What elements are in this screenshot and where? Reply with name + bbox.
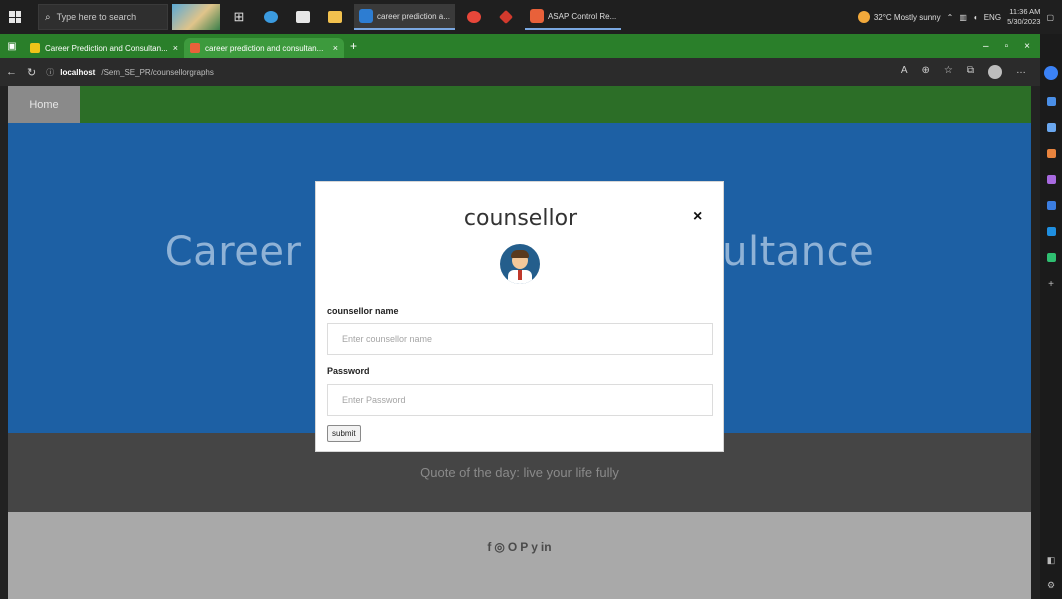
instagram-icon[interactable]: ◎ bbox=[494, 540, 504, 554]
sun-icon bbox=[857, 11, 870, 23]
edge-icon[interactable] bbox=[258, 4, 284, 30]
favorite-star-icon[interactable]: ☆ bbox=[944, 65, 953, 79]
games-icon[interactable] bbox=[1046, 175, 1056, 184]
edge-sidebar-bottom: ◧ ⚙ bbox=[1040, 555, 1062, 591]
url-field[interactable]: ⓘ localhost /Sem_SE_PR/counsellorgraphs bbox=[46, 62, 214, 82]
close-window-icon[interactable]: × bbox=[1024, 41, 1030, 52]
back-icon[interactable]: ← bbox=[6, 66, 17, 78]
task-view-icon[interactable]: ⊞ bbox=[226, 4, 252, 30]
counsellor-avatar bbox=[500, 244, 540, 284]
browser-tabbar: ▣ Career Prediction and Consultan... × c… bbox=[0, 34, 1040, 58]
facebook-icon[interactable]: f bbox=[487, 540, 491, 554]
tab-actions-icon[interactable]: ▣ bbox=[0, 41, 24, 52]
weather-widget[interactable]: 32°C Mostly sunny bbox=[857, 11, 941, 23]
site-footer: f ◎ O P y in bbox=[8, 512, 1031, 599]
drop-icon[interactable] bbox=[1046, 253, 1056, 262]
taskbar-app-label: career prediction a... bbox=[377, 11, 450, 21]
notification-icon[interactable]: ▢ bbox=[1046, 13, 1054, 22]
tab-favicon bbox=[190, 43, 200, 53]
tools-icon[interactable] bbox=[1046, 123, 1056, 132]
browser-toolbar: A ⊕ ☆ ⧉ … bbox=[901, 65, 1040, 79]
language-indicator[interactable]: ENG bbox=[984, 13, 1001, 22]
weather-text: 32°C Mostly sunny bbox=[873, 12, 941, 22]
address-bar: ← ↻ ⓘ localhost /Sem_SE_PR/counsellorgra… bbox=[0, 58, 1040, 86]
chrome-icon[interactable] bbox=[461, 4, 487, 30]
tab-career-prediction[interactable]: Career Prediction and Consultan... × bbox=[24, 38, 184, 58]
tray-chevron-icon[interactable]: ⌃ bbox=[947, 13, 954, 22]
taskbar-search[interactable]: ⌕ Type here to search bbox=[38, 4, 168, 30]
password-label: Password bbox=[327, 366, 370, 376]
tab-label: Career Prediction and Consultan... bbox=[45, 43, 168, 53]
close-icon[interactable]: × bbox=[333, 43, 338, 53]
close-icon[interactable]: × bbox=[693, 208, 702, 226]
modal-title: counsellor bbox=[463, 206, 578, 231]
counsellor-name-label: counsellor name bbox=[327, 306, 399, 316]
split-screen-icon[interactable]: ◧ bbox=[1047, 555, 1056, 566]
shopping-icon[interactable] bbox=[1046, 149, 1056, 158]
password-input[interactable] bbox=[327, 384, 713, 416]
more-menu-icon[interactable]: … bbox=[1016, 65, 1026, 79]
github-icon[interactable]: O bbox=[508, 540, 517, 554]
counsellor-login-modal: counsellor × counsellor name Password su… bbox=[315, 181, 724, 452]
outlook-icon[interactable] bbox=[1046, 227, 1056, 236]
screen: ⌕ Type here to search ⊞ career predictio… bbox=[0, 0, 1062, 599]
taskbar-search-placeholder: Type here to search bbox=[56, 12, 137, 22]
tab-favicon bbox=[30, 43, 40, 53]
tab-career-prediction-active[interactable]: career prediction and consultan... × bbox=[184, 38, 344, 58]
system-tray: 32°C Mostly sunny ⌃ ▥ ◖ ENG 11:36 AM 5/3… bbox=[857, 7, 1062, 27]
pinterest-icon[interactable]: P bbox=[520, 540, 528, 554]
taskbar-app-label: ASAP Control Re... bbox=[547, 11, 617, 21]
office-icon[interactable] bbox=[1046, 201, 1056, 210]
counsellor-name-input[interactable] bbox=[327, 323, 713, 355]
submit-button[interactable]: submit bbox=[327, 425, 361, 442]
explorer-icon[interactable] bbox=[322, 4, 348, 30]
new-tab-icon[interactable]: + bbox=[350, 39, 357, 53]
minimize-icon[interactable]: – bbox=[983, 41, 989, 52]
start-button[interactable] bbox=[0, 0, 30, 34]
social-links: f ◎ O P y in bbox=[8, 540, 1031, 554]
window-controls: – ▫ × bbox=[983, 41, 1040, 52]
control-app-icon bbox=[529, 9, 544, 23]
browser-app-icon bbox=[359, 9, 373, 23]
avatar-hair bbox=[511, 250, 529, 258]
refresh-icon[interactable]: ↻ bbox=[27, 66, 36, 79]
clock-date: 5/30/2023 bbox=[1007, 17, 1041, 26]
extensions-icon[interactable]: ⊕ bbox=[922, 65, 930, 79]
search-icon: ⌕ bbox=[45, 11, 51, 23]
app-diamond-icon[interactable] bbox=[493, 4, 519, 30]
twitter-icon[interactable]: y bbox=[531, 540, 538, 554]
windows-taskbar: ⌕ Type here to search ⊞ career predictio… bbox=[0, 0, 1062, 34]
avatar-tie bbox=[518, 270, 522, 280]
search-sidebar-icon[interactable] bbox=[1046, 97, 1056, 106]
settings-icon[interactable]: ⚙ bbox=[1047, 580, 1055, 591]
taskbar-app-browser[interactable]: career prediction a... bbox=[354, 4, 455, 30]
read-aloud-icon[interactable]: A bbox=[901, 65, 908, 79]
clock-time: 11:36 AM bbox=[1009, 7, 1041, 16]
taskbar-app-control[interactable]: ASAP Control Re... bbox=[524, 4, 622, 30]
quote-text: Quote of the day: live your life fully bbox=[420, 465, 619, 480]
profile-avatar-icon[interactable] bbox=[988, 65, 1002, 79]
nav-home-link[interactable]: Home bbox=[8, 86, 80, 123]
windows-icon bbox=[9, 11, 21, 23]
edge-sidebar: + bbox=[1040, 34, 1062, 599]
close-icon[interactable]: × bbox=[173, 43, 178, 53]
site-navbar: Home bbox=[8, 86, 1031, 123]
linkedin-icon[interactable]: in bbox=[541, 540, 552, 554]
bing-icon[interactable] bbox=[1044, 66, 1058, 80]
volume-icon[interactable]: ◖ bbox=[973, 13, 978, 22]
url-host: localhost bbox=[60, 67, 96, 77]
info-icon: ⓘ bbox=[46, 67, 55, 77]
search-highlight-image[interactable] bbox=[172, 4, 220, 30]
collections-icon[interactable]: ⧉ bbox=[967, 65, 974, 79]
tab-label: career prediction and consultan... bbox=[205, 43, 324, 53]
maximize-icon[interactable]: ▫ bbox=[1005, 41, 1009, 52]
network-icon[interactable]: ▥ bbox=[959, 13, 967, 22]
url-path: /Sem_SE_PR/counsellorgraphs bbox=[101, 67, 214, 77]
clock[interactable]: 11:36 AM 5/30/2023 bbox=[1007, 7, 1040, 27]
add-sidebar-icon[interactable]: + bbox=[1048, 279, 1054, 290]
store-icon[interactable] bbox=[290, 4, 316, 30]
